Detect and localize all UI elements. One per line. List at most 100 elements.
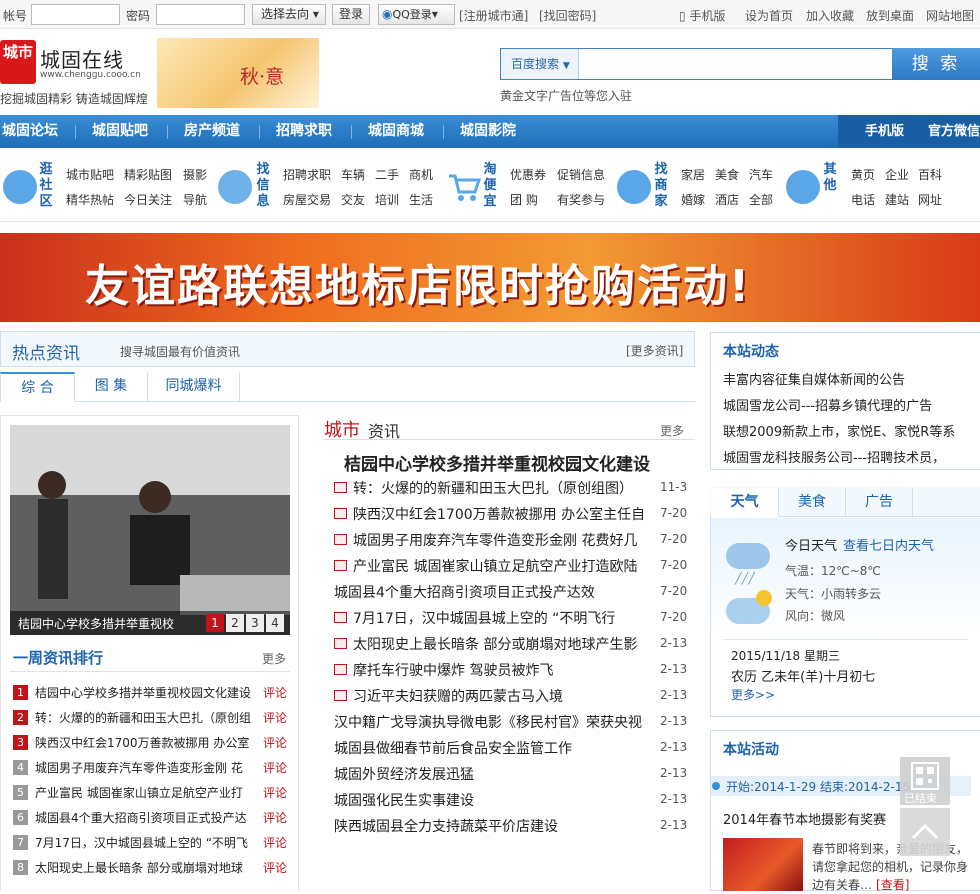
nav-wechat-link[interactable]: 官方微信 xyxy=(928,115,980,148)
logo-name[interactable]: 城固在线 xyxy=(40,44,124,73)
qq-login-button[interactable]: ◉QQ登录▾ xyxy=(378,4,455,25)
cat-link[interactable]: 电话 xyxy=(851,191,875,208)
dynamics-item[interactable]: 城固雪龙公司---招募乡镇代理的广告 xyxy=(723,395,980,414)
login-button[interactable]: 登录 xyxy=(332,4,370,25)
ranking-item-title[interactable]: 产业富民 城固崔家山镇立足航空产业打 xyxy=(35,784,253,801)
cat-link[interactable]: 网址 xyxy=(918,191,942,208)
cat-link[interactable]: 全部 xyxy=(749,191,773,208)
dynamics-item[interactable]: 联想2009新款上市，家悦E、家悦R等系 xyxy=(723,421,980,440)
tab-ads[interactable]: 广告 xyxy=(846,488,913,517)
cat-link[interactable]: 酒店 xyxy=(715,191,739,208)
category-title-other[interactable]: 其他 xyxy=(822,162,838,194)
nav-item-tieba[interactable]: 城固贴吧 xyxy=(92,115,148,148)
tab-gallery[interactable]: 图 集 xyxy=(75,372,148,402)
news-title[interactable]: 城固强化民生实事建设 xyxy=(334,790,644,810)
cat-link[interactable]: 摄影 xyxy=(183,166,207,183)
nav-item-realestate[interactable]: 房产频道 xyxy=(184,115,240,148)
logo-mark[interactable]: 城市 xyxy=(0,40,36,84)
slideshow-photo[interactable] xyxy=(10,425,290,635)
recover-link[interactable]: [找回密码] xyxy=(539,7,596,24)
search-engine-select[interactable]: 百度搜索 ▼ xyxy=(501,49,579,79)
cat-link[interactable]: 导航 xyxy=(183,191,207,208)
cat-link[interactable]: 美食 xyxy=(715,166,739,183)
qr-code-widget[interactable]: 已结束 xyxy=(900,757,950,805)
news-title[interactable]: 转：火爆的的新疆和田玉大巴扎（原创组图） xyxy=(353,478,643,498)
tab-local-reports[interactable]: 同城爆料 xyxy=(148,372,240,402)
cat-link[interactable]: 城市贴吧 xyxy=(66,166,114,183)
news-title[interactable]: 陕西汉中红会1700万善款被挪用 办公室主任自 xyxy=(353,504,643,524)
slide-page-3[interactable]: 3 xyxy=(246,614,264,632)
news-title[interactable]: 城固县做细春节前后食品安全监管工作 xyxy=(334,738,644,758)
cat-link[interactable]: 生活 xyxy=(409,191,433,208)
more-news-link[interactable]: [更多资讯] xyxy=(626,342,683,359)
category-title-merchants[interactable]: 找商家 xyxy=(653,162,669,210)
nav-item-cinema[interactable]: 城固影院 xyxy=(460,115,516,148)
week-weather-link[interactable]: 查看七日内天气 xyxy=(843,535,934,554)
news-title[interactable]: 习近平夫妇获赠的两匹蒙古马入境 xyxy=(353,686,643,706)
cat-link[interactable]: 交友 xyxy=(341,191,365,208)
cat-link[interactable]: 百科 xyxy=(918,166,942,183)
category-title-info[interactable]: 找信息 xyxy=(255,162,271,210)
cat-link[interactable]: 婚嫁 xyxy=(681,191,705,208)
tab-general[interactable]: 综 合 xyxy=(0,372,75,402)
nav-item-jobs[interactable]: 招聘求职 xyxy=(276,115,332,148)
cat-link[interactable]: 促销信息 xyxy=(557,166,605,183)
account-input[interactable] xyxy=(31,4,120,25)
back-to-top-button[interactable] xyxy=(900,808,950,856)
news-title[interactable]: 城固县4个重大招商引资项目正式投产达效 xyxy=(334,582,644,602)
cat-link[interactable]: 招聘求职 xyxy=(283,166,331,183)
cat-link[interactable]: 商机 xyxy=(409,166,433,183)
comment-link[interactable]: 评论 xyxy=(263,684,287,701)
dynamics-item[interactable]: 城固雪龙科技服务公司---招聘技术员， xyxy=(723,447,980,466)
slideshow-caption[interactable]: 桔园中心学校多措并举重视校 xyxy=(18,615,174,632)
comment-link[interactable]: 评论 xyxy=(263,859,287,876)
cat-link[interactable]: 培训 xyxy=(375,191,399,208)
cat-link[interactable]: 有奖参与 xyxy=(557,191,605,208)
cat-link[interactable]: 今日关注 xyxy=(124,191,172,208)
news-title[interactable]: 产业富民 城固崔家山镇立足航空产业打造欧陆 xyxy=(353,556,643,576)
cat-link[interactable]: 企业 xyxy=(885,166,909,183)
slide-page-2[interactable]: 2 xyxy=(226,614,244,632)
news-title[interactable]: 城固男子用废弃汽车零件造变形金刚 花费好几 xyxy=(353,530,643,550)
ranking-item-title[interactable]: 太阳现史上最长暗条 部分或崩塌对地球 xyxy=(35,859,253,876)
tab-weather[interactable]: 天气 xyxy=(711,488,779,517)
activity-name[interactable]: 2014年春节本地摄影有奖赛 xyxy=(723,809,886,828)
cat-link[interactable]: 团 购 xyxy=(510,191,538,208)
cat-link[interactable]: 二手 xyxy=(375,166,399,183)
ranking-more-link[interactable]: 更多 xyxy=(262,650,286,667)
cat-link[interactable]: 建站 xyxy=(885,191,909,208)
ranking-item-title[interactable]: 转：火爆的的新疆和田玉大巴扎（原创组 xyxy=(35,709,253,726)
cat-link[interactable]: 汽车 xyxy=(749,166,773,183)
slide-page-4[interactable]: 4 xyxy=(266,614,284,632)
favorite-link[interactable]: 加入收藏 xyxy=(806,7,854,24)
set-home-link[interactable]: 设为首页 xyxy=(745,7,793,24)
goto-select[interactable]: 选择去向 ▾ xyxy=(252,4,326,25)
news-title[interactable]: 7月17日，汉中城固县城上空的 “不明飞行 xyxy=(353,608,643,628)
comment-link[interactable]: 评论 xyxy=(263,759,287,776)
news-title[interactable]: 陕西城固县全力支持蔬菜平价店建设 xyxy=(334,816,644,836)
search-button[interactable]: 搜 索 xyxy=(892,48,980,80)
cat-link[interactable]: 房屋交易 xyxy=(283,191,331,208)
weather-more-link[interactable]: 更多>> xyxy=(731,686,775,703)
comment-link[interactable]: 评论 xyxy=(263,834,287,851)
comment-link[interactable]: 评论 xyxy=(263,709,287,726)
cat-link[interactable]: 黄页 xyxy=(851,166,875,183)
register-link[interactable]: [注册城市通] xyxy=(459,7,528,24)
activity-thumbnail[interactable] xyxy=(723,838,803,891)
dynamics-item[interactable]: 丰富内容征集自媒体新闻的公告 xyxy=(723,369,980,388)
tab-food[interactable]: 美食 xyxy=(779,488,846,517)
ranking-item-title[interactable]: 桔园中心学校多措并举重视校园文化建设 xyxy=(35,684,253,701)
comment-link[interactable]: 评论 xyxy=(263,809,287,826)
nav-item-mall[interactable]: 城固商城 xyxy=(368,115,424,148)
comment-link[interactable]: 评论 xyxy=(263,784,287,801)
nav-mobile-link[interactable]: 手机版 xyxy=(865,115,904,148)
ranking-item-title[interactable]: 陕西汉中红会1700万善款被挪用 办公室 xyxy=(35,734,253,751)
password-input[interactable] xyxy=(156,4,245,25)
cat-link[interactable]: 精华热帖 xyxy=(66,191,114,208)
search-input[interactable] xyxy=(580,49,892,79)
headline[interactable]: 桔园中心学校多措并举重视校园文化建设 xyxy=(344,450,650,475)
city-news-more-link[interactable]: 更多 xyxy=(660,422,684,439)
cat-link[interactable]: 家居 xyxy=(681,166,705,183)
cat-link[interactable]: 精彩贴图 xyxy=(124,166,172,183)
news-title[interactable]: 摩托车行驶中爆炸 驾驶员被炸飞 xyxy=(353,660,643,680)
